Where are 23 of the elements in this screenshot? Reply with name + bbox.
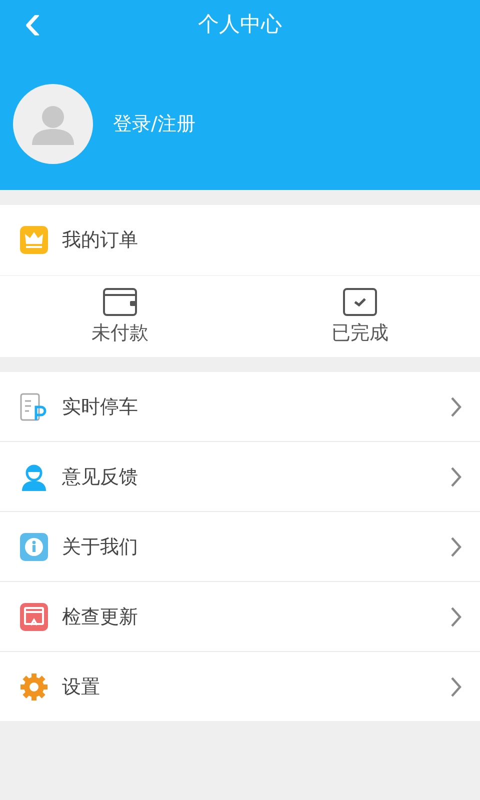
info-icon (20, 532, 48, 560)
order-status-button[interactable]: 已完成 (240, 276, 480, 357)
checked-box-icon (343, 288, 377, 316)
order-status-button[interactable]: 未付款 (0, 276, 240, 357)
update-icon (20, 602, 48, 630)
chevron-icon (450, 396, 462, 418)
settings-icon (20, 672, 48, 700)
chevron-icon (450, 676, 462, 698)
crown-icon (20, 226, 48, 254)
avatar-icon (13, 84, 93, 164)
chevron-icon (450, 606, 462, 628)
wallet-icon (103, 288, 137, 316)
support-agent-icon (20, 462, 48, 490)
menu-item[interactable]: 设置 (62, 674, 100, 700)
chevron-icon (450, 466, 462, 488)
parking-list-icon (20, 392, 48, 420)
menu-item[interactable]: 意见反馈 (62, 464, 138, 490)
chevron-icon (450, 536, 462, 558)
menu-item[interactable]: 检查更新 (62, 604, 138, 630)
menu-item[interactable]: 实时停车 (62, 394, 138, 420)
menu-item[interactable]: 关于我们 (62, 534, 138, 560)
page-title: 个人中心 (198, 11, 282, 38)
orders-title: 我的订单 (62, 228, 138, 253)
